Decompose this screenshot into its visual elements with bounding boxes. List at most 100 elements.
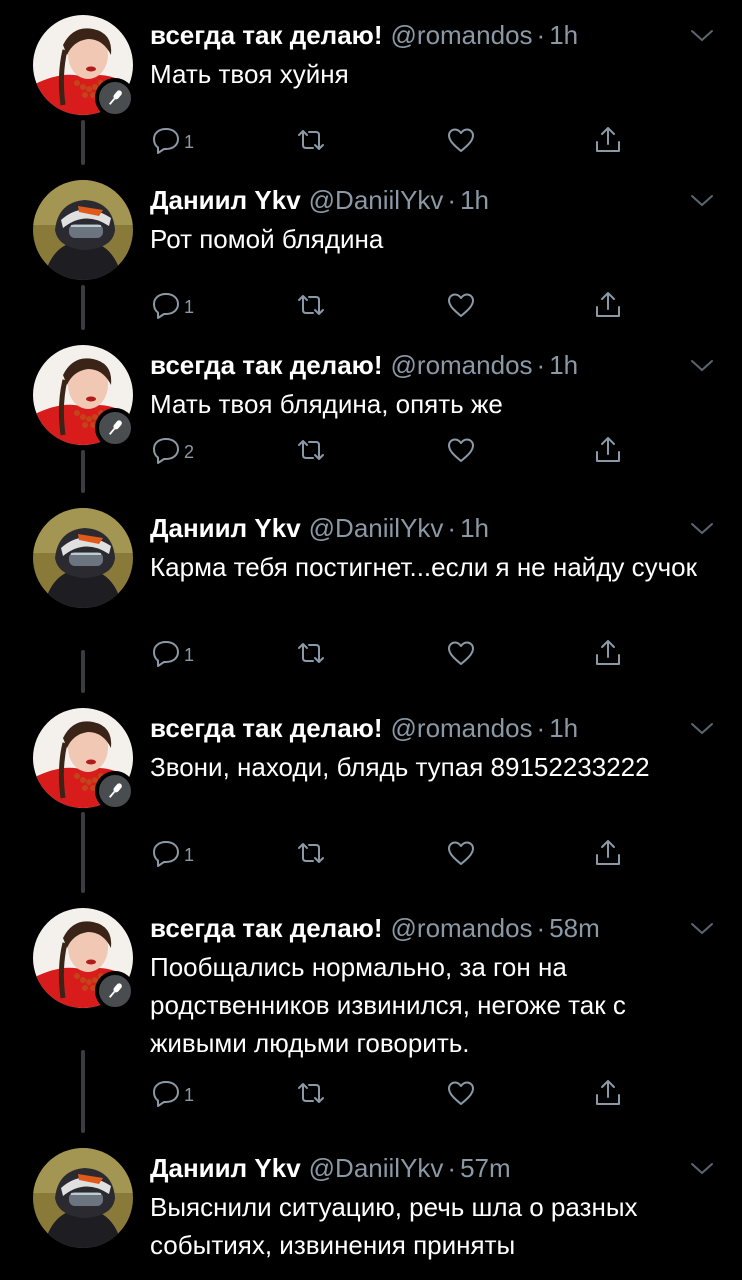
reply-icon	[153, 841, 179, 867]
author-handle[interactable]: @DaniilYkv	[309, 513, 444, 543]
retweet-icon	[298, 643, 324, 663]
thread-line	[81, 650, 85, 693]
microphone-icon	[108, 420, 122, 435]
author-name[interactable]: всегда так делаю!	[150, 913, 383, 943]
share-button[interactable]	[592, 120, 624, 160]
author-name[interactable]: всегда так делаю!	[150, 20, 383, 50]
tweet-text: Звони, находи, блядь тупая 89152233222	[150, 752, 650, 782]
share-button[interactable]	[592, 833, 624, 873]
tweet-header: Даниил Ykv @DaniilYkv · 1h	[150, 510, 489, 546]
chevron-down-icon[interactable]	[690, 29, 714, 43]
microphone-icon	[108, 983, 122, 998]
tweet-feed: всегда так делаю! @romandos · 1h Мать твоя …	[0, 0, 742, 1280]
tweet-time: 1h	[460, 185, 490, 215]
share-button[interactable]	[592, 1073, 624, 1113]
share-button[interactable]	[592, 633, 624, 673]
reply-count: 1	[184, 131, 195, 152]
author-handle[interactable]: @DaniilYkv	[309, 1153, 444, 1183]
tweet-time: 1h	[460, 513, 490, 543]
like-button[interactable]	[445, 430, 477, 470]
like-button[interactable]	[445, 633, 477, 673]
author-handle[interactable]: @romandos	[391, 913, 533, 943]
tweet-text: Рот помой блядина	[150, 224, 384, 254]
author-name[interactable]: Даниил Ykv	[150, 513, 301, 543]
avatar[interactable]	[33, 1148, 133, 1248]
tweet-header: всегда так делаю! @romandos · 1h	[150, 347, 578, 383]
retweet-button[interactable]	[295, 430, 327, 470]
chevron-down-icon[interactable]	[690, 922, 714, 936]
microphone-badge	[95, 771, 135, 811]
like-button[interactable]	[445, 833, 477, 873]
tweet-text: Карма тебя постигнет...если я не найду с…	[150, 552, 697, 582]
avatar-image-daniil	[33, 508, 133, 608]
author-handle[interactable]: @romandos	[391, 713, 533, 743]
author-name[interactable]: Даниил Ykv	[150, 1153, 301, 1183]
share-button[interactable]	[592, 430, 624, 470]
retweet-button[interactable]	[295, 120, 327, 160]
like-icon	[448, 293, 474, 317]
reply-button[interactable]: 1	[150, 633, 194, 673]
reply-count: 1	[184, 296, 195, 317]
avatar-image-daniil	[33, 1148, 133, 1248]
tweet-actions: 1	[150, 833, 650, 873]
avatar-image-daniil	[33, 180, 133, 280]
chevron-down-icon[interactable]	[690, 1162, 714, 1176]
microphone-badge	[95, 78, 135, 118]
reply-icon	[153, 128, 179, 154]
share-icon	[596, 437, 620, 462]
reply-count: 2	[184, 441, 195, 462]
tweet-text: Мать твоя блядина, опять же	[150, 389, 503, 419]
tweet-actions: 1	[150, 633, 650, 673]
retweet-button[interactable]	[295, 633, 327, 673]
thread-line	[81, 450, 85, 493]
avatar[interactable]	[33, 508, 133, 608]
reply-count: 1	[184, 644, 195, 665]
dot-separator: ·	[536, 913, 546, 943]
retweet-button[interactable]	[295, 1073, 327, 1113]
chevron-down-icon[interactable]	[690, 359, 714, 373]
reply-button[interactable]: 2	[150, 430, 194, 470]
reply-count: 1	[184, 844, 195, 865]
thread-line	[81, 285, 85, 330]
share-button[interactable]	[592, 285, 624, 325]
like-button[interactable]	[445, 1073, 477, 1113]
like-icon	[448, 641, 474, 665]
avatar[interactable]	[33, 180, 133, 280]
reply-button[interactable]: 1	[150, 285, 194, 325]
author-name[interactable]: всегда так делаю!	[150, 350, 383, 380]
author-name[interactable]: Даниил Ykv	[150, 185, 301, 215]
thread-line	[81, 120, 85, 165]
tweet-actions: 2	[150, 430, 650, 470]
author-handle[interactable]: @romandos	[391, 350, 533, 380]
tweet-header: всегда так делаю! @romandos · 58m	[150, 910, 600, 946]
retweet-button[interactable]	[295, 285, 327, 325]
chevron-down-icon[interactable]	[690, 722, 714, 736]
reply-icon	[153, 641, 179, 667]
retweet-icon	[298, 130, 324, 150]
reply-icon	[153, 293, 179, 319]
like-button[interactable]	[445, 285, 477, 325]
thread-line	[81, 812, 85, 893]
share-icon	[596, 840, 620, 865]
dot-separator: ·	[536, 20, 546, 50]
author-handle[interactable]: @romandos	[391, 20, 533, 50]
tweet-time: 57m	[460, 1153, 511, 1183]
retweet-icon	[298, 843, 324, 863]
reply-button[interactable]: 1	[150, 833, 194, 873]
share-icon	[596, 292, 620, 317]
like-button[interactable]	[445, 120, 477, 160]
reply-button[interactable]: 1	[150, 120, 194, 160]
chevron-down-icon[interactable]	[690, 194, 714, 208]
dot-separator: ·	[447, 1153, 457, 1183]
microphone-icon	[108, 783, 122, 798]
reply-button[interactable]: 1	[150, 1073, 194, 1113]
retweet-icon	[298, 295, 324, 315]
reply-icon	[153, 1081, 179, 1107]
tweet-actions: 1	[150, 1073, 650, 1113]
chevron-down-icon[interactable]	[690, 522, 714, 536]
author-handle[interactable]: @DaniilYkv	[309, 185, 444, 215]
reply-count: 1	[184, 1084, 195, 1105]
author-name[interactable]: всегда так делаю!	[150, 713, 383, 743]
tweet-header: Даниил Ykv @DaniilYkv · 1h	[150, 182, 489, 218]
retweet-button[interactable]	[295, 833, 327, 873]
